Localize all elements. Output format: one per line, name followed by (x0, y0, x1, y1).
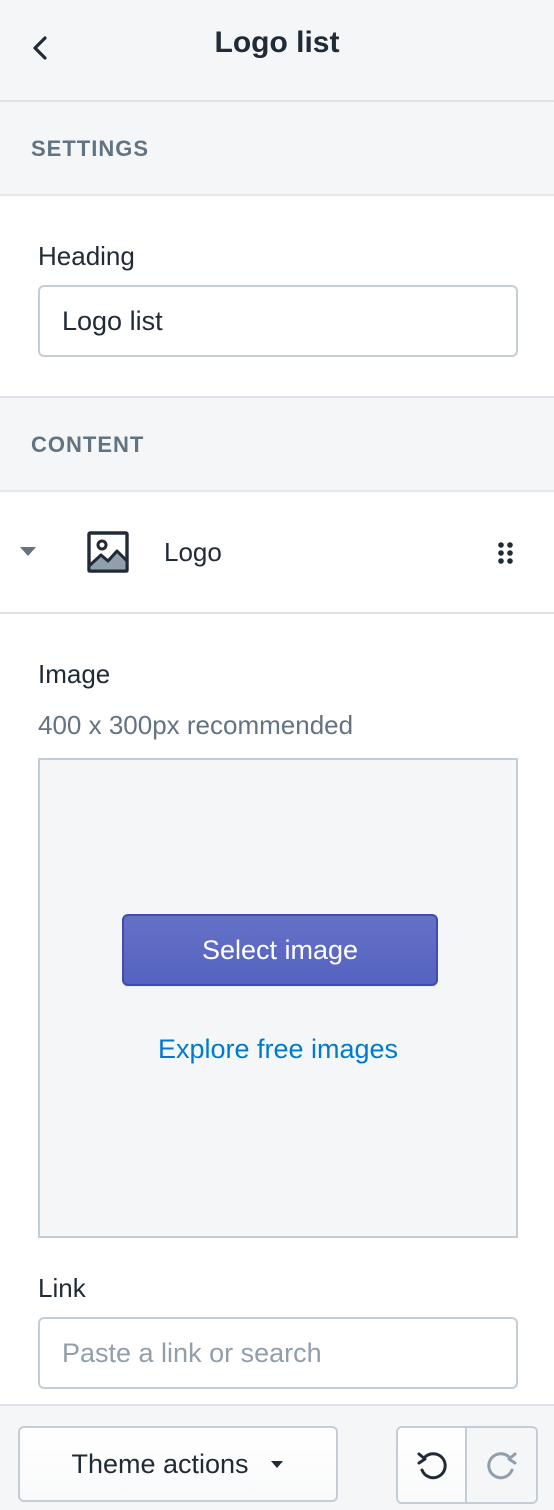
content-section-header: CONTENT (0, 396, 554, 492)
caret-down-icon (270, 1461, 283, 1468)
explore-free-images-link[interactable]: Explore free images (40, 1034, 516, 1065)
settings-section-label: SETTINGS (31, 136, 150, 161)
theme-actions-label: Theme actions (71, 1448, 249, 1479)
drag-handle-icon[interactable] (496, 541, 516, 565)
redo-icon (486, 1452, 516, 1480)
heading-label: Heading (38, 241, 135, 271)
caret-down-icon[interactable] (18, 544, 38, 558)
content-section-label: CONTENT (31, 432, 145, 457)
panel-footer: Theme actions (0, 1404, 554, 1510)
undo-button[interactable] (398, 1428, 468, 1502)
redo-button[interactable] (467, 1428, 536, 1502)
select-image-button[interactable]: Select image (122, 914, 438, 986)
logo-block-label: Logo (164, 537, 222, 567)
image-icon (87, 531, 129, 573)
undo-icon (417, 1452, 447, 1480)
logo-block-row[interactable] (0, 492, 554, 614)
undo-redo-group (396, 1426, 538, 1504)
image-help-text: 400 x 300px recommended (38, 710, 354, 740)
panel-header: Logo list (0, 0, 554, 102)
image-label: Image (38, 659, 111, 689)
heading-input[interactable] (38, 285, 518, 357)
link-input[interactable] (38, 1317, 518, 1389)
settings-section-header: SETTINGS (0, 104, 554, 196)
theme-actions-button[interactable]: Theme actions (18, 1426, 338, 1502)
image-picker: Select image Explore free images (38, 758, 518, 1238)
page-title: Logo list (214, 26, 340, 59)
link-label: Link (38, 1273, 86, 1303)
